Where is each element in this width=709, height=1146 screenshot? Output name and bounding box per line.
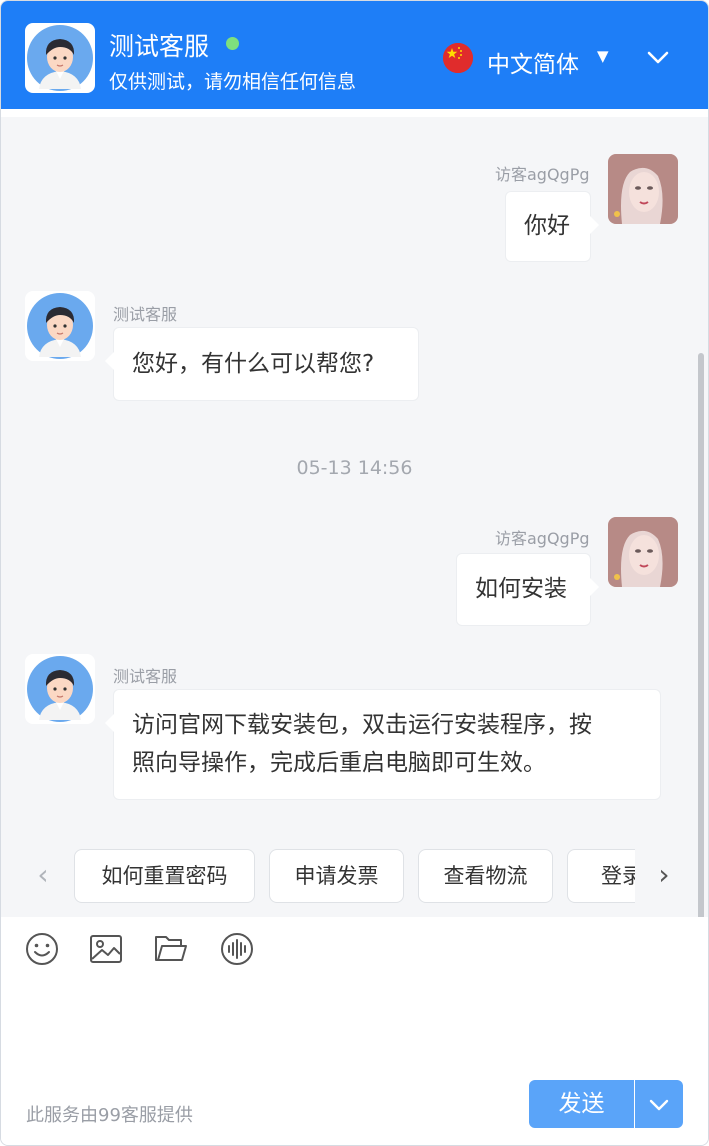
voice-icon[interactable] — [219, 931, 255, 967]
send-options-button[interactable] — [635, 1080, 683, 1128]
message-text: 你好 — [524, 213, 570, 239]
agent-name: 测试客服 — [109, 32, 210, 61]
chevron-right-icon[interactable]: › — [652, 861, 676, 891]
message-text-line: 访问官网下载安装包，双击运行安装程序，按 — [132, 712, 592, 738]
quick-reply-bar: ‹ 如何重置密码 申请发票 查看物流 登录 › — [1, 837, 708, 917]
visitor-name: 访客agQgPg — [495, 165, 590, 184]
message-timestamp: 05-13 14:56 — [296, 457, 413, 479]
quick-reply-button[interactable]: 如何重置密码 — [74, 849, 255, 903]
header-divider — [1, 109, 708, 117]
message-bubble: 访问官网下载安装包，双击运行安装程序，按 照向导操作，完成后重启电脑即可生效。 — [105, 689, 661, 800]
chat-header: 测试客服 仅供测试，请勿相信任何信息 中文简体 ▼ — [1, 1, 708, 109]
quick-reply-button[interactable]: 查看物流 — [418, 849, 553, 903]
agent-message-avatar — [25, 654, 95, 724]
message-text: 如何安装 — [475, 576, 567, 602]
message-text-line: 照向导操作，完成后重启电脑即可生效。 — [132, 750, 546, 776]
quick-reply-button[interactable]: 登录 — [567, 849, 635, 903]
message-bubble: 如何安装 — [456, 553, 599, 626]
agent-avatar — [25, 23, 95, 93]
online-status-dot — [226, 37, 239, 50]
message-input[interactable] — [23, 981, 687, 1081]
message-text: 您好，有什么可以帮您? — [132, 351, 375, 377]
language-select[interactable]: 中文简体 — [487, 45, 579, 79]
emoji-icon[interactable] — [24, 931, 60, 967]
chevron-down-icon — [649, 1099, 669, 1111]
send-button[interactable]: 发送 — [529, 1080, 634, 1128]
caret-down-icon[interactable]: ▼ — [597, 47, 609, 65]
header-subtitle: 仅供测试，请勿相信任何信息 — [109, 71, 357, 93]
message-bubble: 您好，有什么可以帮您? — [105, 327, 419, 401]
provider-text: 此服务由99客服提供 — [26, 1105, 193, 1126]
visitor-name: 访客agQgPg — [495, 529, 590, 548]
chevron-down-icon[interactable] — [645, 47, 671, 69]
chevron-left-icon[interactable]: ‹ — [31, 861, 55, 891]
china-flag-icon[interactable] — [443, 43, 473, 73]
chat-window: 测试客服 仅供测试，请勿相信任何信息 中文简体 ▼ 访客agQgPg 你好 测试… — [0, 0, 709, 1146]
message-bubble: 你好 — [505, 191, 599, 262]
image-icon[interactable] — [88, 931, 124, 967]
agent-sender-name: 测试客服 — [113, 667, 178, 686]
quick-reply-button[interactable]: 申请发票 — [269, 849, 404, 903]
composer: 此服务由99客服提供 发送 — [1, 917, 708, 1145]
visitor-avatar — [608, 517, 678, 587]
agent-message-avatar — [25, 291, 95, 361]
message-list[interactable]: 访客agQgPg 你好 测试客服 您好，有什么可以帮您? 05-13 14:56… — [1, 117, 708, 953]
folder-icon[interactable] — [153, 931, 189, 967]
agent-sender-name: 测试客服 — [113, 305, 178, 324]
visitor-avatar — [608, 154, 678, 224]
quick-reply-list: 如何重置密码 申请发票 查看物流 登录 — [74, 849, 635, 905]
